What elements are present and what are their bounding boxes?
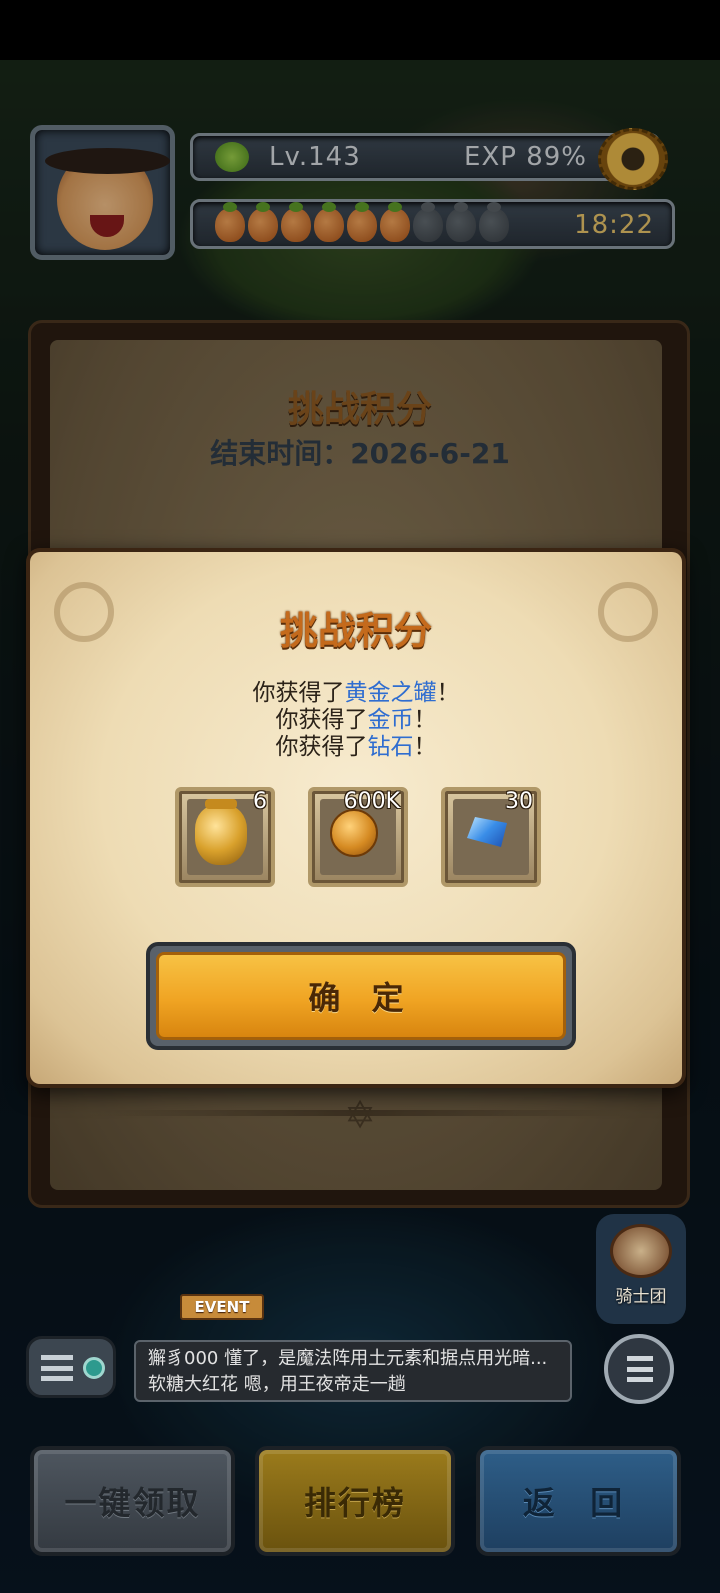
- reward-message: 你获得了黄金之罐！: [252, 680, 460, 706]
- reward-message: 你获得了钻石！: [275, 734, 437, 760]
- reward-item-name: 金币: [367, 707, 414, 733]
- event-sign[interactable]: EVENT: [180, 1294, 264, 1320]
- reward-count: 600K: [343, 789, 400, 814]
- knights-button[interactable]: 骑士团: [596, 1214, 686, 1324]
- confirm-button-label: 确 定: [156, 952, 566, 1040]
- back-button[interactable]: 返 回: [476, 1446, 681, 1556]
- chat-menu-button[interactable]: [26, 1336, 116, 1398]
- reward-dialog: 挑战积分 你获得了黄金之罐！ 你获得了金币！ 你获得了钻石！ 6 600K 30: [26, 548, 686, 1088]
- confirm-button[interactable]: 确 定: [146, 942, 576, 1050]
- reward-messages: 你获得了黄金之罐！ 你获得了金币！ 你获得了钻石！: [30, 680, 682, 761]
- chat-preview[interactable]: 獬豸000 懂了，是魔法阵用土元素和据点用光暗... 软糖大红花 嗯，用王夜帝走…: [134, 1340, 572, 1402]
- menu-icon: [627, 1356, 653, 1382]
- reward-slot-gold-coin[interactable]: 600K: [308, 787, 408, 887]
- gold-coin-icon: [330, 809, 378, 857]
- reward-slot-golden-jar[interactable]: 6: [175, 787, 275, 887]
- reward-slot-diamond[interactable]: 30: [441, 787, 541, 887]
- chat-user: 软糖大红花: [148, 1374, 238, 1395]
- chat-line: 软糖大红花 嗯，用王夜帝走一趟: [148, 1372, 558, 1398]
- reward-item-name: 黄金之罐: [344, 680, 437, 706]
- chat-text: 嗯，用王夜帝走一趟: [243, 1374, 406, 1395]
- reward-slots: 6 600K 30: [175, 787, 545, 887]
- chat-text: 懂了，是魔法阵用土元素和据点用光暗...: [224, 1348, 548, 1369]
- ranking-button[interactable]: 排行榜: [255, 1446, 455, 1556]
- reward-count: 6: [253, 789, 267, 814]
- golden-jar-icon: [195, 799, 247, 865]
- chat-line: 獬豸000 懂了，是魔法阵用土元素和据点用光暗...: [148, 1346, 558, 1372]
- chat-user: 獬豸000: [148, 1348, 219, 1369]
- chat-status-icon: [83, 1357, 105, 1379]
- main-menu-button[interactable]: [604, 1334, 674, 1404]
- reward-item-name: 钻石: [367, 734, 414, 760]
- dialog-title: 挑战积分: [279, 609, 432, 653]
- claim-all-button[interactable]: 一键领取: [30, 1446, 235, 1556]
- knights-label: 骑士团: [615, 1287, 667, 1307]
- menu-lines-icon: [41, 1355, 73, 1381]
- reward-count: 30: [505, 789, 533, 814]
- reward-dialog-paper: 挑战积分 你获得了黄金之罐！ 你获得了金币！ 你获得了钻石！ 6 600K 30: [30, 552, 682, 1084]
- knight-helmet-icon: [610, 1224, 672, 1278]
- reward-message: 你获得了金币！: [275, 707, 437, 733]
